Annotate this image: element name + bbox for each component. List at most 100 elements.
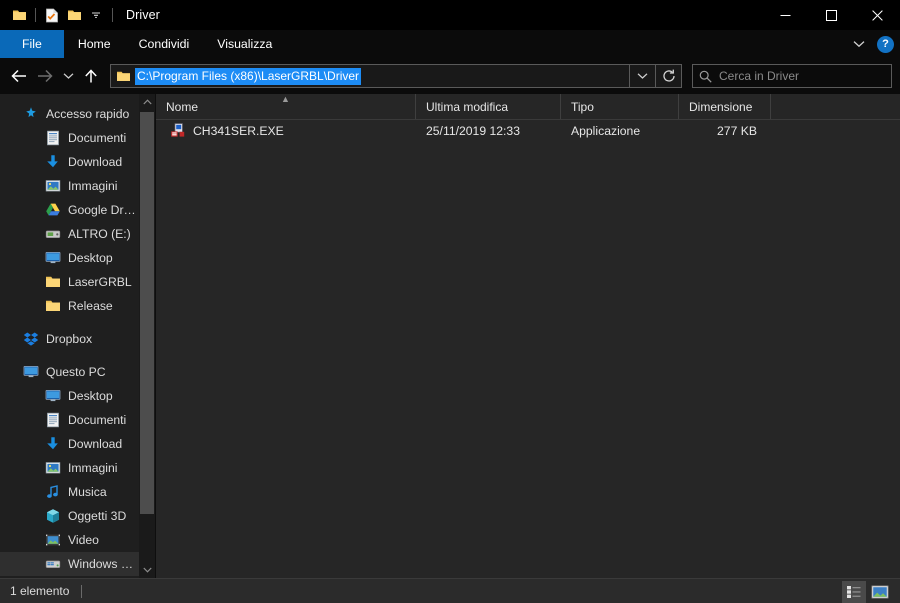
desktop-icon — [44, 387, 62, 405]
tab-visualizza[interactable]: Visualizza — [203, 30, 286, 58]
window-controls — [762, 0, 900, 30]
item-count-label: 1 elemento — [10, 584, 69, 598]
sidebar-item-video[interactable]: Video — [0, 528, 155, 552]
column-header-row: Nome ▲ Ultima modifica Tipo Dimensione — [156, 94, 900, 120]
sidebar-item-label: Musica — [68, 485, 137, 499]
sidebar-group-accesso-rapido[interactable]: Accesso rapido — [0, 102, 155, 126]
back-button[interactable] — [6, 63, 32, 89]
sidebar-item-musica[interactable]: Musica — [0, 480, 155, 504]
sidebar-item-label: Download — [68, 155, 137, 169]
star-icon — [22, 105, 40, 123]
sidebar-scrollbar[interactable] — [139, 94, 155, 578]
file-name-label: CH341SER.EXE — [193, 124, 284, 138]
address-input[interactable]: C:\Program Files (x86)\LaserGRBL\Driver — [110, 64, 630, 88]
minimize-button[interactable] — [762, 0, 808, 30]
recent-locations-button[interactable] — [58, 63, 78, 89]
large-icons-view-button[interactable] — [868, 581, 892, 603]
video-icon — [44, 531, 62, 549]
file-list-pane: Nome ▲ Ultima modifica Tipo Dimensione C… — [155, 94, 900, 578]
toolbar-separator — [35, 8, 36, 22]
sidebar-group-label: Questo PC — [46, 365, 149, 379]
close-button[interactable] — [854, 0, 900, 30]
column-label-dimensione: Dimensione — [689, 100, 752, 114]
chevron-down-icon[interactable] — [85, 4, 107, 26]
sidebar-item-download[interactable]: Download — [0, 432, 155, 456]
sidebar-item-label: Immagini — [68, 461, 137, 475]
sidebar-item-documenti[interactable]: Documenti — [0, 126, 155, 150]
installer-icon — [170, 122, 186, 141]
sidebar-group-dropbox[interactable]: Dropbox — [0, 327, 155, 351]
sidebar-item-desktop[interactable]: Desktop — [0, 246, 155, 270]
nav-group-gap — [0, 351, 155, 360]
file-explorer-window: Driver File Home Condividi Visualizza ? — [0, 0, 900, 603]
sidebar-item-label: Oggetti 3D — [68, 509, 137, 523]
file-type-cell: Applicazione — [561, 124, 679, 138]
column-header-tipo[interactable]: Tipo — [561, 94, 679, 119]
sidebar-item-label: Video — [68, 533, 137, 547]
nav-group-gap — [0, 318, 155, 327]
scroll-down-icon[interactable] — [139, 562, 155, 578]
sidebar-item-release[interactable]: Release — [0, 294, 155, 318]
sidebar-item-label: Google Drive — [68, 203, 137, 217]
desktop-icon — [44, 249, 62, 267]
maximize-button[interactable] — [808, 0, 854, 30]
sidebar-group-label: Accesso rapido — [46, 107, 149, 121]
navigation-list: Accesso rapido Documenti Download Immagini G… — [0, 94, 155, 576]
sidebar-item-label: LaserGRBL — [68, 275, 137, 289]
toolbar-separator-2 — [112, 8, 113, 22]
scroll-up-icon[interactable] — [139, 94, 155, 110]
sidebar-item-label: Desktop — [68, 251, 137, 265]
address-dropdown-button[interactable] — [630, 64, 656, 88]
sidebar-item-label: Documenti — [68, 131, 137, 145]
column-header-dimensione[interactable]: Dimensione — [679, 94, 771, 119]
this-pc-icon — [22, 363, 40, 381]
folder-icon — [44, 297, 62, 315]
search-box[interactable]: Cerca in Driver — [692, 64, 892, 88]
sidebar-item-label: Download — [68, 437, 137, 451]
table-row[interactable]: CH341SER.EXE25/11/2019 12:33Applicazione… — [156, 120, 900, 142]
help-button[interactable]: ? — [877, 36, 894, 53]
download-icon — [44, 153, 62, 171]
sidebar-item-download[interactable]: Download — [0, 150, 155, 174]
tab-file[interactable]: File — [0, 30, 64, 58]
sidebar-item-immagini[interactable]: Immagini — [0, 174, 155, 198]
sidebar-item-lasergrbl[interactable]: LaserGRBL — [0, 270, 155, 294]
music-icon — [44, 483, 62, 501]
sidebar-group-questo-pc[interactable]: Questo PC — [0, 360, 155, 384]
folder-icon-address — [115, 68, 132, 84]
column-header-nome[interactable]: Nome ▲ — [156, 94, 416, 119]
sidebar-item-immagini[interactable]: Immagini — [0, 456, 155, 480]
column-label-tipo: Tipo — [571, 100, 594, 114]
up-button[interactable] — [78, 63, 104, 89]
scrollbar-thumb[interactable] — [140, 112, 154, 514]
sidebar-item-oggetti-3d[interactable]: Oggetti 3D — [0, 504, 155, 528]
file-name-cell[interactable]: CH341SER.EXE — [156, 122, 416, 141]
properties-icon[interactable] — [41, 4, 63, 26]
sidebar-item-label: Release — [68, 299, 137, 313]
documents-icon — [44, 129, 62, 147]
ribbon-right-controls: ? — [849, 30, 894, 58]
address-path-text[interactable]: C:\Program Files (x86)\LaserGRBL\Driver — [135, 68, 361, 85]
search-input[interactable]: Cerca in Driver — [719, 69, 799, 83]
chevron-down-icon-ribbon[interactable] — [849, 34, 869, 54]
forward-button[interactable] — [32, 63, 58, 89]
documents-icon — [44, 411, 62, 429]
sidebar-item-documenti[interactable]: Documenti — [0, 408, 155, 432]
refresh-button[interactable] — [656, 64, 682, 88]
sidebar-item-windows-c-[interactable]: Windows (C:) — [0, 552, 155, 576]
file-rows: CH341SER.EXE25/11/2019 12:33Applicazione… — [156, 120, 900, 578]
folder-icon — [44, 273, 62, 291]
folder-icon[interactable] — [8, 4, 30, 26]
sidebar-item-label: Windows (C:) — [68, 557, 137, 571]
sidebar-item-label: Desktop — [68, 389, 137, 403]
explorer-body: Accesso rapido Documenti Download Immagini G… — [0, 94, 900, 578]
tab-condividi[interactable]: Condividi — [125, 30, 204, 58]
column-header-ultima-modifica[interactable]: Ultima modifica — [416, 94, 561, 119]
details-view-button[interactable] — [842, 581, 866, 603]
sidebar-item-desktop[interactable]: Desktop — [0, 384, 155, 408]
tab-home[interactable]: Home — [64, 30, 125, 58]
scrollbar-track[interactable] — [139, 110, 155, 562]
new-folder-icon[interactable] — [63, 4, 85, 26]
sidebar-item-google-drive[interactable]: Google Drive — [0, 198, 155, 222]
sidebar-item-altro-e-[interactable]: ALTRO (E:) — [0, 222, 155, 246]
